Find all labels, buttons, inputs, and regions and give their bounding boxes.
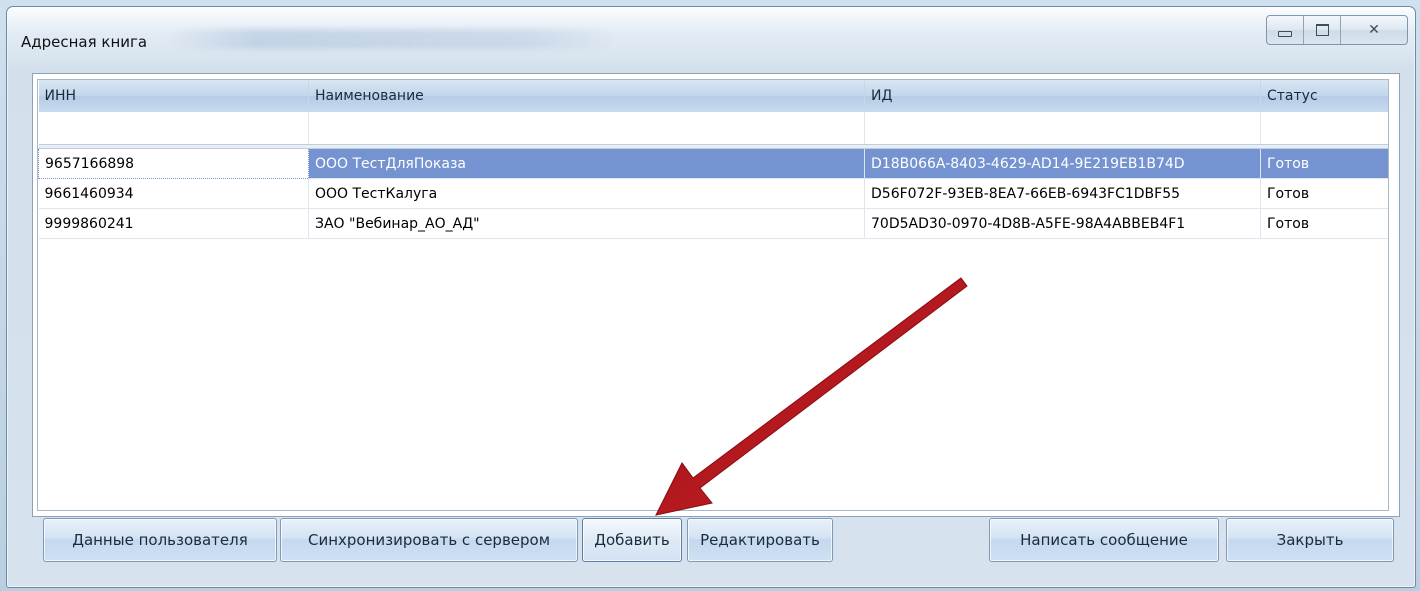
title-bar[interactable]: Адресная книга ✕ <box>7 7 1415 67</box>
window-title: Адресная книга <box>21 33 148 51</box>
column-header-inn[interactable]: ИНН <box>38 80 309 112</box>
filter-cell-id[interactable] <box>864 112 1261 145</box>
minimize-button[interactable] <box>1267 16 1304 44</box>
cell-name[interactable]: ООО ТестКалуга <box>308 178 865 209</box>
filter-row <box>38 112 1388 145</box>
cell-status[interactable]: Готов <box>1260 148 1388 179</box>
table-row[interactable]: 9999860241 ЗАО "Вебинар_АО_АД" 70D5AD30-… <box>38 208 1388 239</box>
content-panel: ИНН Наименование ИД Статус 9657166898 ОО… <box>32 73 1400 517</box>
write-message-button[interactable]: Написать сообщение <box>989 518 1219 562</box>
cell-inn[interactable]: 9657166898 <box>38 148 309 179</box>
cell-name[interactable]: ЗАО "Вебинар_АО_АД" <box>308 208 865 239</box>
filter-cell-inn[interactable] <box>38 112 309 145</box>
close-window-button[interactable]: Закрыть <box>1226 518 1394 562</box>
cell-inn[interactable]: 9999860241 <box>38 208 309 239</box>
user-data-button[interactable]: Данные пользователя <box>43 518 277 562</box>
blurred-title-area <box>167 29 617 49</box>
close-button[interactable]: ✕ <box>1341 16 1407 44</box>
address-book-window: Адресная книга ✕ ИНН Наименование ИД Ста… <box>6 6 1416 588</box>
sync-button[interactable]: Синхронизировать с сервером <box>280 518 578 562</box>
cell-id[interactable]: 70D5AD30-0970-4D8B-A5FE-98A4ABBEB4F1 <box>864 208 1261 239</box>
cell-name[interactable]: ООО ТестДляПоказа <box>308 148 865 179</box>
edit-button[interactable]: Редактировать <box>687 518 833 562</box>
cell-id[interactable]: D56F072F-93EB-8EA7-66EB-6943FC1DBF55 <box>864 178 1261 209</box>
cell-inn[interactable]: 9661460934 <box>38 178 309 209</box>
cell-id[interactable]: D18B066A-8403-4629-AD14-9E219EB1B74D <box>864 148 1261 179</box>
table-row[interactable]: 9661460934 ООО ТестКалуга D56F072F-93EB-… <box>38 178 1388 209</box>
filter-cell-name[interactable] <box>308 112 865 145</box>
cell-inn-text: 9657166898 <box>45 155 135 172</box>
add-button[interactable]: Добавить <box>582 518 682 562</box>
column-header-status[interactable]: Статус <box>1260 80 1388 112</box>
column-header-name[interactable]: Наименование <box>308 80 865 112</box>
window-controls: ✕ <box>1266 15 1408 45</box>
maximize-icon <box>1315 24 1329 36</box>
minimize-icon <box>1278 31 1292 37</box>
close-icon: ✕ <box>1368 22 1380 38</box>
table-row[interactable]: 9657166898 ООО ТестДляПоказа D18B066A-84… <box>38 148 1388 179</box>
header-row: ИНН Наименование ИД Статус <box>38 80 1388 112</box>
cell-status[interactable]: Готов <box>1260 178 1388 209</box>
address-table: ИНН Наименование ИД Статус 9657166898 ОО… <box>38 80 1388 239</box>
maximize-button[interactable] <box>1304 16 1341 44</box>
filter-cell-status[interactable] <box>1260 112 1388 145</box>
column-header-id[interactable]: ИД <box>864 80 1261 112</box>
address-grid: ИНН Наименование ИД Статус 9657166898 ОО… <box>37 79 1389 511</box>
cell-status[interactable]: Готов <box>1260 208 1388 239</box>
